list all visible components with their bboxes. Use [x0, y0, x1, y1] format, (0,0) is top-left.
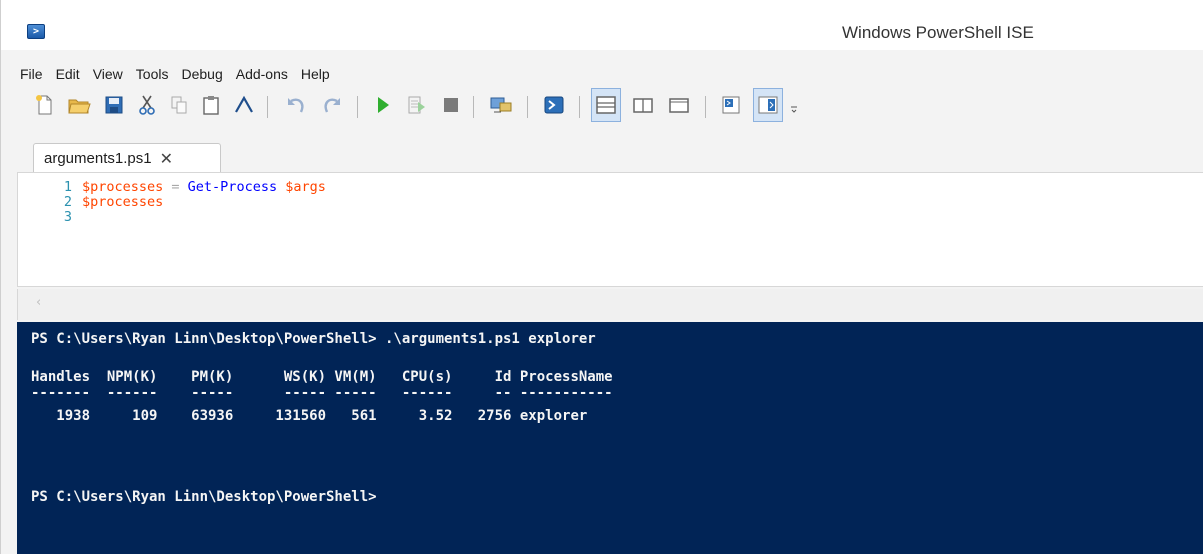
- scroll-left-icon[interactable]: ‹: [36, 295, 41, 310]
- console-pane[interactable]: PS C:\Users\Ryan Linn\Desktop\PowerShell…: [17, 322, 1203, 554]
- tab-arguments1[interactable]: arguments1.ps1 ✕: [33, 143, 221, 173]
- code-line: 2 $processes: [18, 195, 326, 210]
- tab-label: arguments1.ps1: [44, 150, 152, 167]
- powershell-console-icon[interactable]: [541, 88, 567, 122]
- toolbar-separator: [357, 96, 358, 118]
- menu-bar: File Edit View Tools Debug Add-ons Help: [1, 63, 1203, 85]
- stop-icon[interactable]: [439, 88, 463, 122]
- cut-icon[interactable]: [135, 88, 159, 122]
- variable-token: $processes: [82, 194, 164, 210]
- run-script-icon[interactable]: [371, 88, 395, 122]
- menu-debug[interactable]: Debug: [181, 66, 222, 82]
- run-selection-icon[interactable]: [405, 88, 429, 122]
- line-number: 2: [63, 194, 72, 210]
- operator-token: =: [163, 179, 188, 195]
- toolbar-separator: [267, 96, 268, 118]
- variable-token: $processes: [82, 179, 164, 195]
- menu-file[interactable]: File: [20, 66, 43, 82]
- line-number: 3: [63, 209, 72, 225]
- powershell-ise-app-icon[interactable]: >: [27, 24, 45, 39]
- console-command-line: PS C:\Users\Ryan Linn\Desktop\PowerShell…: [31, 331, 596, 347]
- toolbar-separator: [527, 96, 528, 118]
- console-prompt: PS C:\Users\Ryan Linn\Desktop\PowerShell…: [31, 489, 377, 505]
- toolbar-overflow-icon[interactable]: [787, 88, 801, 122]
- menu-edit[interactable]: Edit: [56, 66, 80, 82]
- code-line: 1 $processes = Get-Process $args: [18, 180, 326, 195]
- clear-console-icon[interactable]: [231, 88, 257, 122]
- toolbar-separator: [579, 96, 580, 118]
- show-script-pane-icon[interactable]: [717, 88, 745, 122]
- code-block: 1 $processes = Get-Process $args 2 $proc…: [18, 180, 326, 225]
- code-line: 3: [18, 210, 326, 225]
- console-table-header: Handles NPM(K) PM(K) WS(K) VM(M) CPU(s) …: [31, 369, 613, 385]
- console-table-row: 1938 109 63936 131560 561 3.52 2756 expl…: [31, 408, 588, 424]
- layout-maximized-icon[interactable]: [665, 88, 693, 122]
- title-bar: > Windows PowerShell ISE: [1, 0, 1203, 50]
- horizontal-scrollbar[interactable]: ‹: [17, 289, 1203, 320]
- variable-token: $args: [277, 179, 326, 195]
- script-editor[interactable]: 1 $processes = Get-Process $args 2 $proc…: [17, 172, 1203, 287]
- undo-icon[interactable]: [283, 88, 309, 122]
- toolbar-separator: [473, 96, 474, 118]
- cmdlet-token: Get-Process: [187, 179, 278, 195]
- new-file-icon[interactable]: [33, 88, 57, 122]
- script-tab-strip: arguments1.ps1 ✕: [1, 138, 1203, 173]
- show-command-addon-icon[interactable]: [753, 88, 783, 122]
- ise-window: > Windows PowerShell ISE File Edit View …: [0, 0, 1203, 554]
- layout-top-icon[interactable]: [591, 88, 621, 122]
- close-icon[interactable]: ✕: [160, 149, 173, 169]
- copy-icon[interactable]: [167, 88, 191, 122]
- menu-help[interactable]: Help: [301, 66, 330, 82]
- paste-icon[interactable]: [199, 88, 223, 122]
- menu-view[interactable]: View: [93, 66, 123, 82]
- window-title: Windows PowerShell ISE: [842, 23, 1034, 42]
- menu-add-ons[interactable]: Add-ons: [236, 66, 288, 82]
- toolbar-separator: [705, 96, 706, 118]
- layout-right-icon[interactable]: [629, 88, 657, 122]
- line-number: 1: [63, 179, 72, 195]
- open-folder-icon[interactable]: [65, 88, 93, 122]
- remote-powershell-icon[interactable]: [487, 88, 515, 122]
- toolbar: [1, 88, 1203, 128]
- console-table-rule: ------- ------ ----- ----- ----- ------ …: [31, 385, 613, 401]
- menu-tools[interactable]: Tools: [136, 66, 169, 82]
- redo-icon[interactable]: [319, 88, 345, 122]
- save-icon[interactable]: [101, 88, 127, 122]
